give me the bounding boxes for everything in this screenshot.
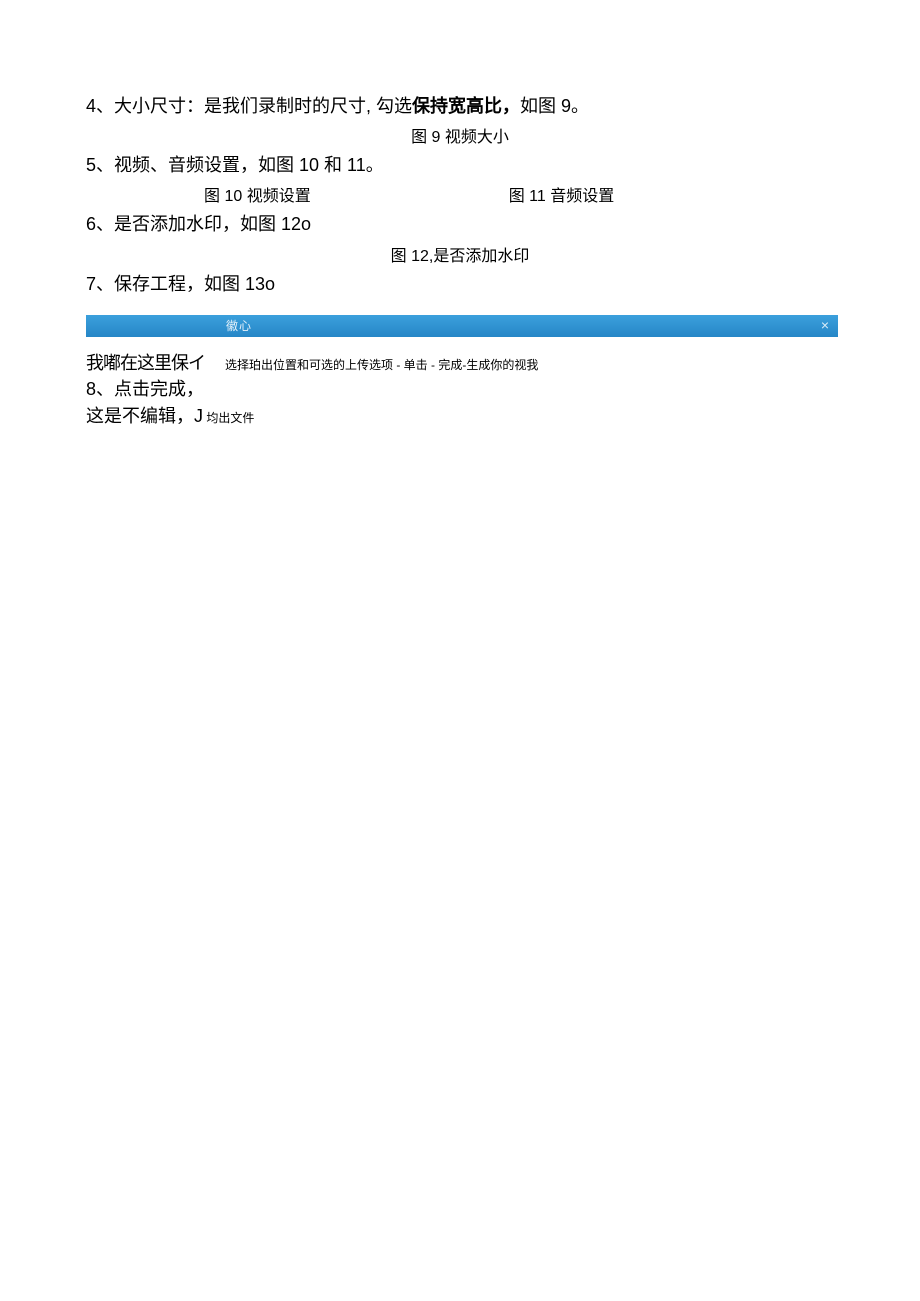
dialog-content-row: 我嘟在这里保イ 选择珀出位置和可选的上传选项 - 单击 - 完成-生成你的视我 bbox=[86, 349, 834, 375]
caption-fig12: 图 12,是否添加水印 bbox=[86, 242, 834, 266]
item-7: 7、保存工程，如图 13o bbox=[86, 272, 834, 297]
caption-fig11: 图 11 音频设置 bbox=[509, 182, 615, 206]
caption-row-10-11: 图 10 视频设置 图 11 音频设置 bbox=[86, 182, 834, 206]
item-8: 8、点击完成， bbox=[86, 377, 834, 402]
item-4-suffix: 如图 9。 bbox=[520, 96, 589, 116]
dialog-titlebar: 徽心 × bbox=[86, 315, 838, 337]
caption-fig9: 图 9 视频大小 bbox=[86, 123, 834, 147]
item-5: 5、视频、音频设置，如图 10 和 11。 bbox=[86, 153, 834, 178]
line-edit-small: 均出文件 bbox=[203, 411, 254, 425]
item-4-prefix: 4、大小尺寸：是我们录制时的尺寸, 勾选 bbox=[86, 96, 412, 116]
close-icon[interactable]: × bbox=[821, 317, 830, 333]
item-4-bold: 保持宽高比， bbox=[412, 96, 520, 116]
line-edit-prefix: 这是不编辑，J bbox=[86, 406, 203, 426]
dialog-left-text: 我嘟在这里保イ bbox=[86, 349, 205, 375]
item-4: 4、大小尺寸：是我们录制时的尺寸, 勾选保持宽高比，如图 9。 bbox=[86, 94, 834, 119]
item-6: 6、是否添加水印，如图 12o bbox=[86, 212, 834, 237]
dialog-sub-text: 选择珀出位置和可选的上传选项 - 单击 - 完成-生成你的视我 bbox=[225, 356, 538, 373]
line-edit-output: 这是不编辑，J 均出文件 bbox=[86, 404, 834, 429]
dialog-title: 徽心 bbox=[226, 317, 252, 334]
caption-fig10: 图 10 视频设置 bbox=[204, 182, 311, 206]
